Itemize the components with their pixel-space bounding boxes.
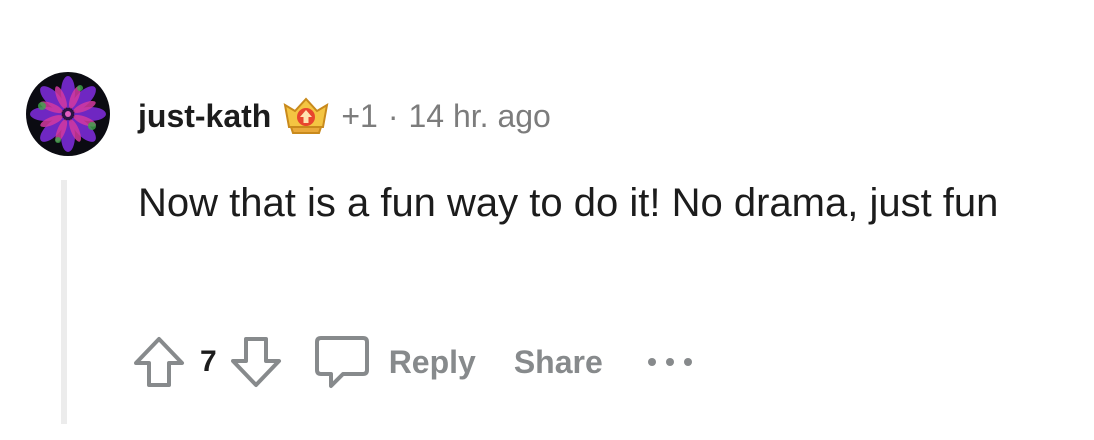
speech-bubble-icon[interactable] — [313, 334, 371, 390]
timestamp[interactable]: 14 hr. ago — [408, 98, 550, 135]
achievement-badge-icon — [281, 95, 331, 137]
reply-button[interactable]: Reply — [389, 344, 476, 381]
thread-line[interactable] — [61, 180, 67, 424]
ellipsis-icon[interactable] — [645, 355, 695, 369]
vote-count: 7 — [200, 345, 217, 378]
arrow-up-icon[interactable] — [132, 335, 186, 389]
arrow-down-icon[interactable] — [229, 335, 283, 389]
username[interactable]: just-kath — [138, 98, 271, 135]
share-button[interactable]: Share — [514, 344, 603, 381]
comment-actions: 7 Reply Share — [132, 330, 695, 394]
comment-meta: just-kath +1 · 14 hr. ago — [138, 94, 551, 138]
comment-body: Now that is a fun way to do it! No drama… — [138, 181, 999, 225]
score-delta: +1 — [341, 97, 378, 134]
separator-dot: · — [387, 97, 399, 134]
avatar[interactable] — [26, 72, 110, 156]
